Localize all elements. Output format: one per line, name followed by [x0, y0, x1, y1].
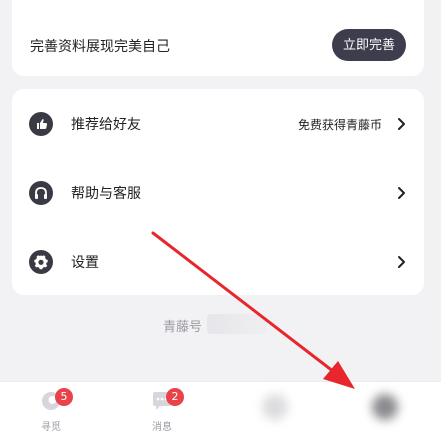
chevron-right-icon [398, 187, 405, 199]
profile-card: 完善资料展现完美自己 立即完善 [12, 0, 424, 76]
account-id-redacted [207, 314, 267, 334]
unread-badge: 2 [166, 388, 184, 406]
headphones-icon [29, 181, 53, 205]
unread-badge: 5 [55, 388, 73, 406]
bottom-tab-bar: 5 寻觅 2 消息 [0, 381, 441, 441]
account-id-label: 青藤号 [163, 320, 203, 335]
tab-redacted[interactable] [372, 394, 398, 420]
menu-item-label: 帮助与客服 [71, 186, 141, 202]
tab-label: 消息 [152, 422, 172, 433]
thumbs-up-icon [29, 112, 53, 136]
gear-icon [29, 250, 53, 274]
menu-item-hint: 免费获得青藤币 [297, 117, 382, 132]
menu-item-settings[interactable]: 设置 [12, 228, 424, 296]
chevron-right-icon [398, 118, 405, 130]
menu-card: 推荐给好友 免费获得青藤币 帮助与客服 设置 [12, 89, 424, 295]
tab-label: 寻觅 [41, 422, 61, 433]
chevron-right-icon [398, 256, 405, 268]
complete-profile-button[interactable]: 立即完善 [331, 29, 406, 61]
tab-redacted[interactable] [262, 394, 288, 420]
tab-messages[interactable]: 2 消息 [142, 388, 184, 438]
menu-item-help[interactable]: 帮助与客服 [12, 159, 424, 227]
menu-item-label: 设置 [71, 255, 99, 271]
tab-discover[interactable]: 5 寻觅 [31, 388, 73, 438]
menu-item-recommend[interactable]: 推荐给好友 免费获得青藤币 [12, 90, 424, 158]
menu-item-label: 推荐给好友 [71, 117, 141, 133]
profile-prompt: 完善资料展现完美自己 [30, 39, 170, 55]
